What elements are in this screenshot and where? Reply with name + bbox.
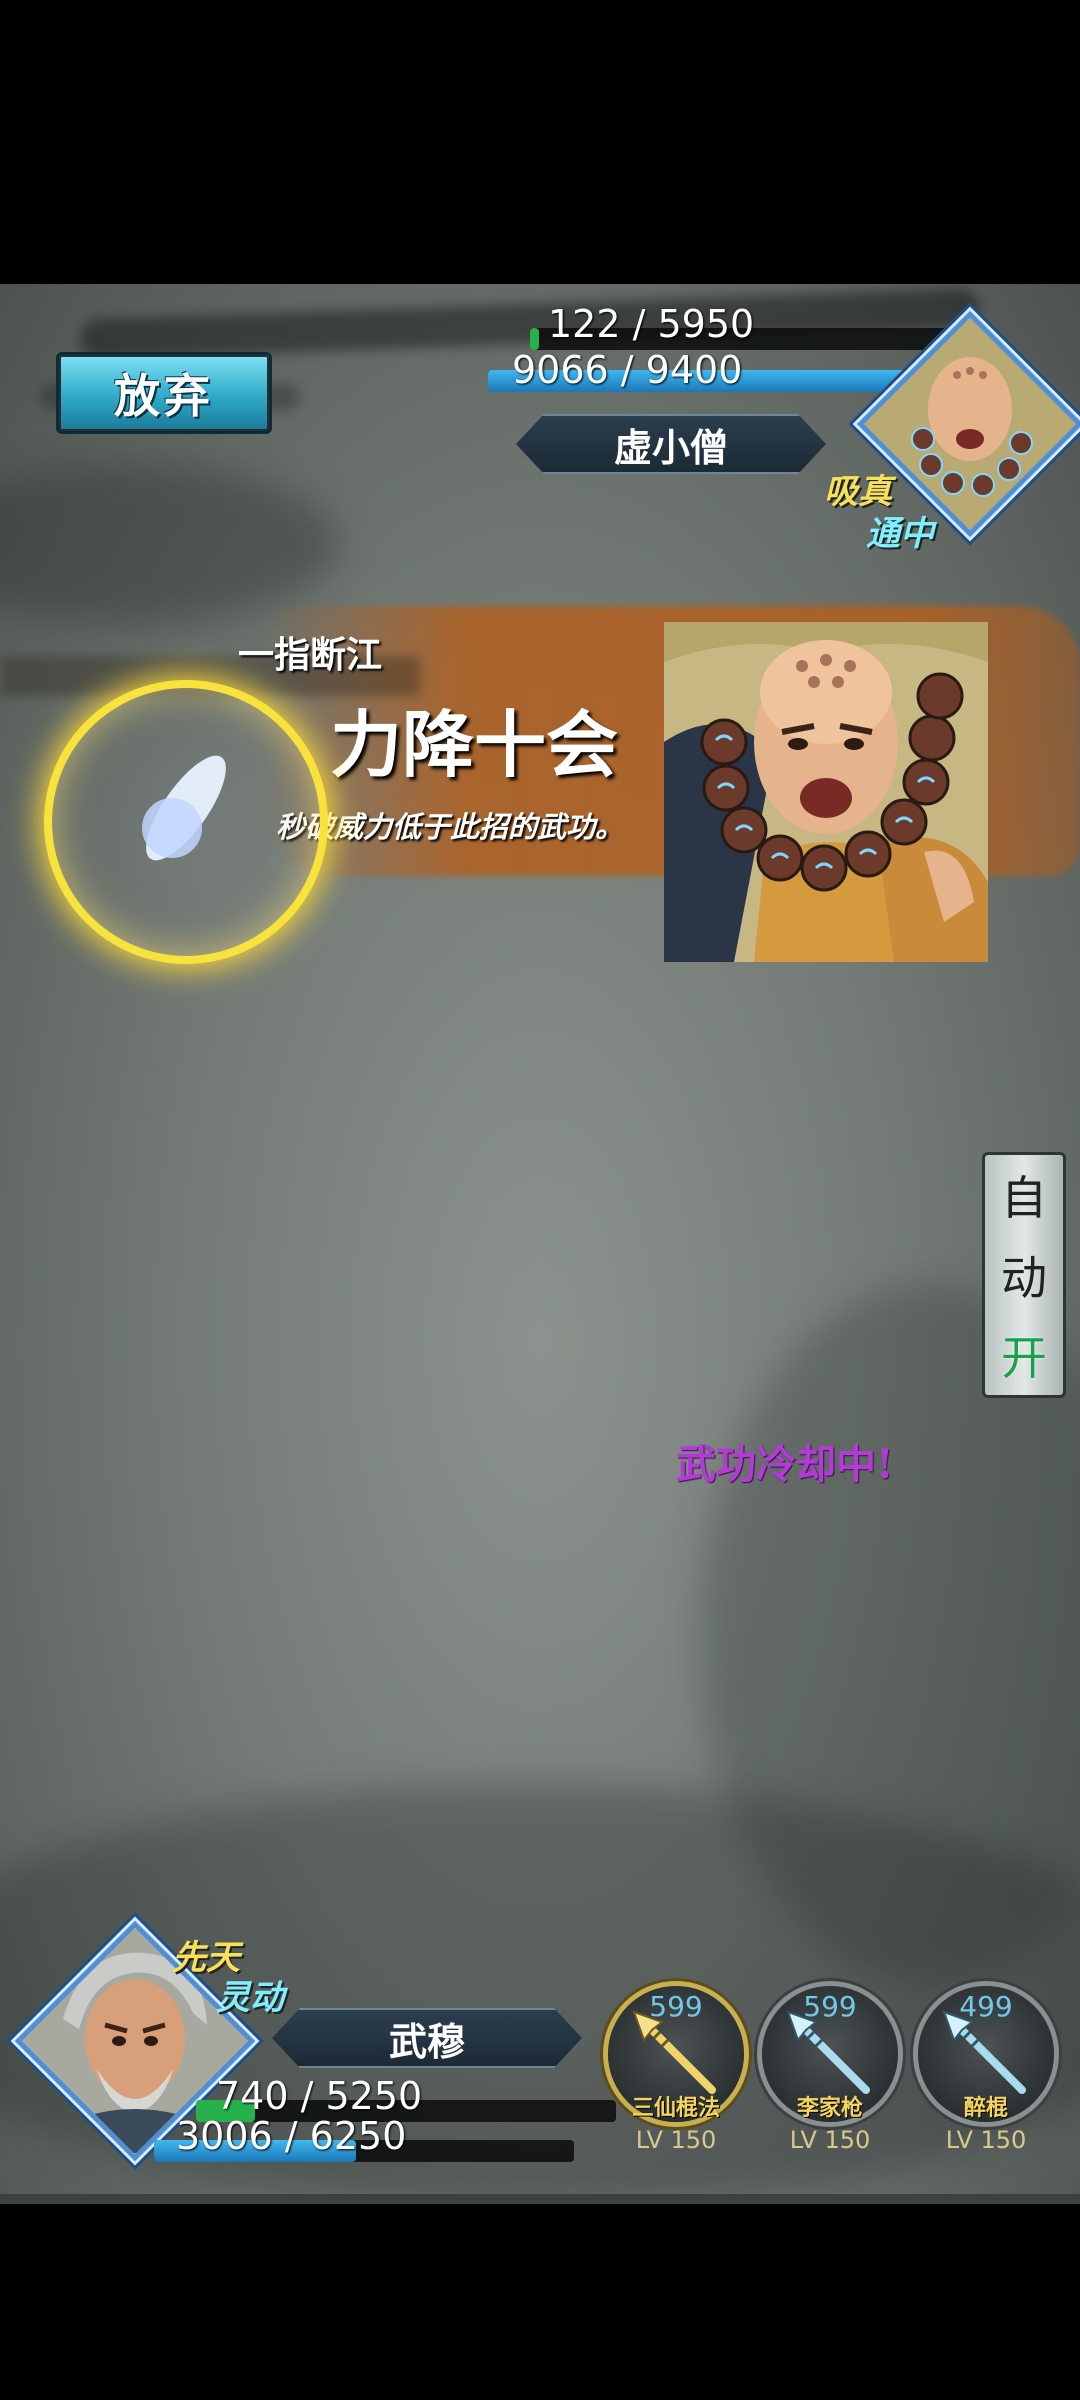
enemy-mp-text: 9066 / 9400 bbox=[512, 348, 743, 392]
skill-caption: 一指断江 bbox=[238, 634, 383, 676]
auto-label-1: 自 bbox=[1001, 1171, 1047, 1225]
auto-battle-toggle[interactable]: 自 动 开 bbox=[982, 1152, 1066, 1398]
spear-icon bbox=[942, 2010, 1026, 2094]
skill-level: LV 150 bbox=[635, 2126, 717, 2154]
enemy-name-plate: 虚小僧 bbox=[516, 414, 826, 474]
skill-name: 醉棍 bbox=[963, 2095, 1008, 2121]
skill-name: 三仙棍法 bbox=[631, 2095, 720, 2121]
skill-level: LV 150 bbox=[945, 2126, 1027, 2154]
auto-label-2: 动 bbox=[1001, 1251, 1047, 1305]
spear-icon bbox=[786, 2010, 870, 2094]
gold-spear-icon bbox=[632, 2010, 716, 2094]
skill-title: 力降十会 bbox=[330, 702, 619, 787]
skill-button-zuigun[interactable]: 499 醉棍 LV 150 bbox=[918, 1986, 1054, 2154]
battle-stage: 一指断江 力降十会 秒破威力低于此招的武功。 122 / 5950 9066 /… bbox=[0, 284, 1080, 2204]
skill-level: LV 150 bbox=[789, 2126, 871, 2154]
bottom-divider bbox=[0, 2194, 1080, 2204]
player-name-plate: 武穆 bbox=[272, 2008, 582, 2068]
enemy-illustration bbox=[664, 622, 988, 962]
abandon-button[interactable]: 放弃 bbox=[56, 352, 272, 434]
player-status-2: 灵动 bbox=[216, 1978, 284, 2018]
player-mp-text: 3006 / 6250 bbox=[176, 2114, 407, 2158]
skill-description: 秒破威力低于此招的武功。 bbox=[276, 810, 625, 844]
cooldown-message: 武功冷却中! bbox=[676, 1441, 894, 1488]
player-hp-text: 740 / 5250 bbox=[216, 2074, 423, 2118]
skill-button-lijiaqiang[interactable]: 599 李家枪 LV 150 bbox=[762, 1986, 898, 2154]
skill-name: 李家枪 bbox=[796, 2095, 863, 2121]
enemy-hp-text: 122 / 5950 bbox=[548, 302, 755, 346]
auto-state: 开 bbox=[1001, 1331, 1047, 1385]
skill-button-sanxian[interactable]: 599 三仙棍法 LV 150 bbox=[608, 1986, 744, 2154]
enemy-hp-fill bbox=[530, 328, 539, 350]
attack-effect-icon bbox=[52, 688, 320, 956]
enemy-status-2: 通中 bbox=[866, 514, 934, 554]
